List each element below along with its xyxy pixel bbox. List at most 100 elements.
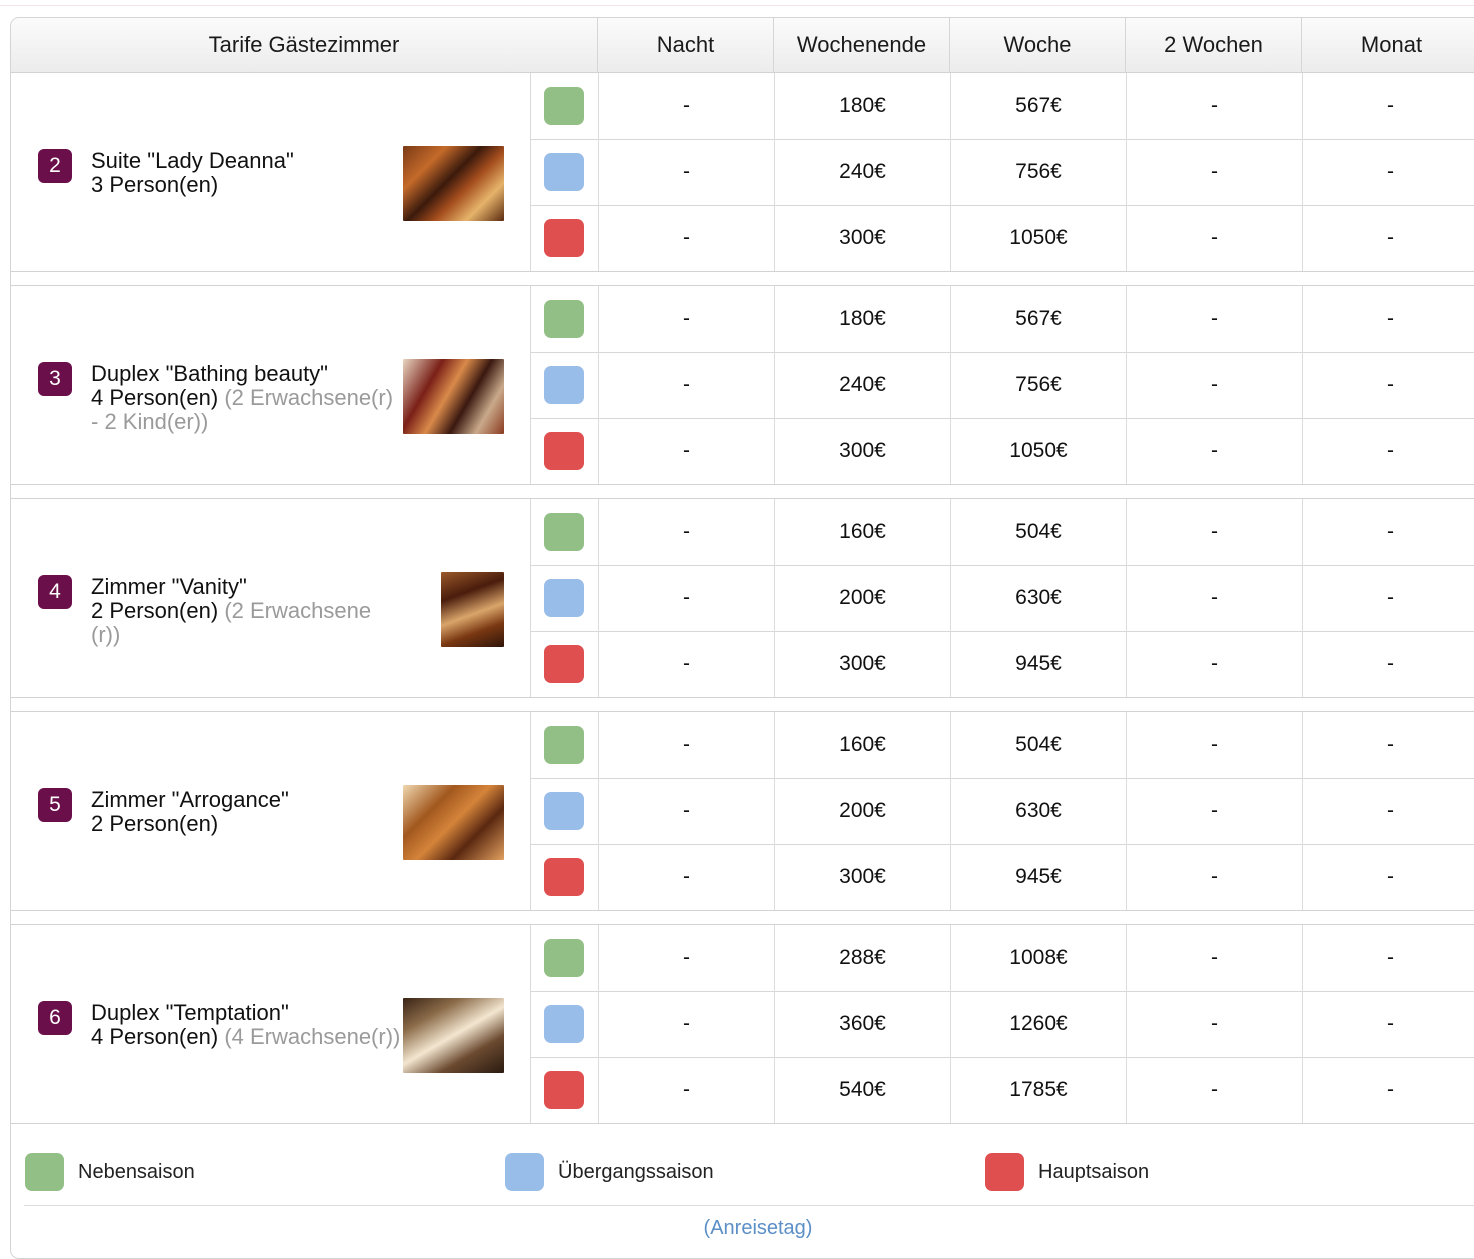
room-number-badge: 4 <box>38 575 72 609</box>
rate-cell: - <box>1302 205 1474 271</box>
mid-season-label: Übergangssaison <box>558 1161 714 1183</box>
low-season-swatch <box>25 1153 64 1191</box>
rate-cell: 180€ <box>774 286 950 352</box>
rate-row-mid: -360€ 1260€ - - <box>531 991 1474 1057</box>
room-photo[interactable] <box>441 572 504 647</box>
room-photo[interactable] <box>403 998 504 1073</box>
low-season-label: Nebensaison <box>78 1161 195 1183</box>
room-info: 4 Zimmer "Vanity" 2 Person(en) (2 Erwach… <box>11 499 531 697</box>
rate-cell: 240€ <box>774 352 950 418</box>
high-season-swatch <box>544 219 584 257</box>
room-name[interactable]: Zimmer "Vanity" <box>91 575 401 599</box>
rate-cell: - <box>1126 991 1302 1057</box>
low-season-swatch <box>544 513 584 551</box>
room-name[interactable]: Duplex "Bathing beauty" <box>91 362 401 386</box>
rate-cell: - <box>1126 139 1302 205</box>
room-persons: 4 Person(en) <box>91 385 219 410</box>
rate-cell: 756€ <box>950 139 1126 205</box>
rate-cell: - <box>1302 352 1474 418</box>
rate-cell: - <box>1302 712 1474 778</box>
rate-cell: - <box>598 205 774 271</box>
rate-cell: 504€ <box>950 712 1126 778</box>
room-name[interactable]: Zimmer "Arrogance" <box>91 788 401 812</box>
room-name[interactable]: Duplex "Temptation" <box>91 1001 401 1025</box>
room-persons: 4 Person(en) <box>91 1024 219 1049</box>
room-name[interactable]: Suite "Lady Deanna" <box>91 149 401 173</box>
rate-cell: - <box>1126 844 1302 910</box>
room-info: 6 Duplex "Temptation" 4 Person(en) (4 Er… <box>11 925 531 1123</box>
room-block: 5 Zimmer "Arrogance" 2 Person(en) -160€ 5… <box>11 711 1474 911</box>
rate-row-low: -288€ 1008€ - - <box>531 925 1474 991</box>
room-block: 2 Suite "Lady Deanna" 3 Person(en) -180€… <box>11 72 1474 272</box>
rate-cell: 567€ <box>950 73 1126 139</box>
room-info: 2 Suite "Lady Deanna" 3 Person(en) <box>11 73 531 271</box>
room-occupancy-detail: (4 Erwachsene(r)) <box>224 1024 401 1049</box>
rate-cell: 756€ <box>950 352 1126 418</box>
rate-row-mid: -240€ 756€ - - <box>531 352 1474 418</box>
rate-row-high: -540€ 1785€ - - <box>531 1057 1474 1123</box>
rate-row-high: -300€ 945€ - - <box>531 631 1474 697</box>
rate-cell: - <box>598 418 774 484</box>
rate-row-low: -180€ 567€ - - <box>531 286 1474 352</box>
rate-cell: 540€ <box>774 1057 950 1123</box>
rate-cell: 1260€ <box>950 991 1126 1057</box>
room-number-badge: 6 <box>38 1001 72 1035</box>
high-season-swatch <box>544 858 584 896</box>
rate-row-high: -300€ 1050€ - - <box>531 418 1474 484</box>
rates-table: Tarife Gästezimmer Nacht Wochenende Woch… <box>10 17 1474 1259</box>
room-info: 3 Duplex "Bathing beauty" 4 Person(en) (… <box>11 286 531 484</box>
rate-cell: 504€ <box>950 499 1126 565</box>
rate-cell: - <box>1126 778 1302 844</box>
rate-cell: 300€ <box>774 418 950 484</box>
rate-cell: - <box>1126 205 1302 271</box>
rate-cell: 630€ <box>950 565 1126 631</box>
rate-cell: 180€ <box>774 73 950 139</box>
room-photo[interactable] <box>403 146 504 221</box>
season-legend: Nebensaison Übergangssaison Hauptsaison … <box>11 1137 1474 1257</box>
rate-cell: - <box>1126 1057 1302 1123</box>
rate-row-mid: -240€ 756€ - - <box>531 139 1474 205</box>
room-photo[interactable] <box>403 359 504 434</box>
room-description: Zimmer "Vanity" 2 Person(en) (2 Erwachse… <box>91 575 401 647</box>
rate-cell: - <box>598 139 774 205</box>
rate-cell: - <box>1126 499 1302 565</box>
rate-cell: 630€ <box>950 778 1126 844</box>
room-number-badge: 5 <box>38 788 72 822</box>
room-description: Zimmer "Arrogance" 2 Person(en) <box>91 788 401 836</box>
rate-cell: - <box>1302 565 1474 631</box>
low-season-swatch <box>544 87 584 125</box>
table-header: Tarife Gästezimmer Nacht Wochenende Woch… <box>11 18 1474 73</box>
room-persons: 2 Person(en) <box>91 598 219 623</box>
rate-cell: 240€ <box>774 139 950 205</box>
rate-row-low: -180€ 567€ - - <box>531 73 1474 139</box>
room-photo[interactable] <box>403 785 504 860</box>
rate-cell: - <box>1302 925 1474 991</box>
room-block: 4 Zimmer "Vanity" 2 Person(en) (2 Erwach… <box>11 498 1474 698</box>
rate-cell: - <box>598 991 774 1057</box>
rate-cell: 200€ <box>774 778 950 844</box>
rate-row-mid: -200€ 630€ - - <box>531 778 1474 844</box>
rate-cell: - <box>1302 418 1474 484</box>
rate-cell: - <box>598 286 774 352</box>
top-divider <box>0 5 1474 6</box>
rate-cell: - <box>598 925 774 991</box>
arrival-day-link[interactable]: (Anreisetag) <box>11 1217 1474 1240</box>
room-description: Duplex "Temptation" 4 Person(en) (4 Erwa… <box>91 1001 401 1049</box>
rate-cell: 945€ <box>950 844 1126 910</box>
rate-cell: - <box>1302 631 1474 697</box>
rate-cell: - <box>1126 418 1302 484</box>
rate-cell: - <box>598 778 774 844</box>
room-description: Duplex "Bathing beauty" 4 Person(en) (2 … <box>91 362 401 434</box>
rate-cell: 160€ <box>774 499 950 565</box>
high-season-swatch <box>544 645 584 683</box>
rate-row-high: -300€ 945€ - - <box>531 844 1474 910</box>
rate-cell: - <box>1126 73 1302 139</box>
rate-cell: 1785€ <box>950 1057 1126 1123</box>
rate-cell: - <box>1126 352 1302 418</box>
rate-cell: - <box>1126 286 1302 352</box>
rate-cell: 1050€ <box>950 418 1126 484</box>
header-week: Woche <box>950 18 1126 72</box>
rate-cell: - <box>598 844 774 910</box>
rate-cell: 300€ <box>774 844 950 910</box>
rate-cell: 1050€ <box>950 205 1126 271</box>
